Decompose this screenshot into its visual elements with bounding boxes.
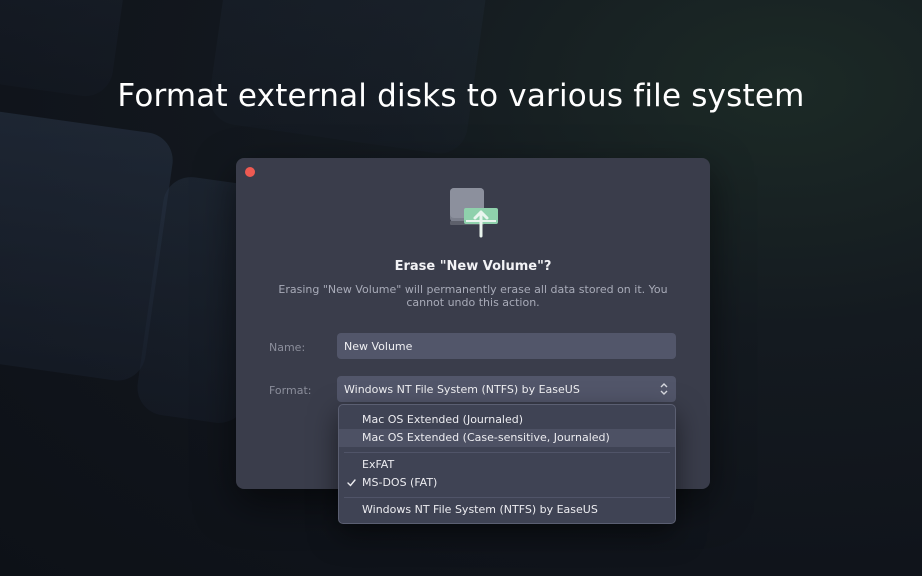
- updown-chevron-icon: [660, 383, 668, 395]
- checkmark-icon: [347, 479, 356, 487]
- name-label: Name:: [269, 341, 306, 354]
- volume-name-input[interactable]: [337, 333, 676, 359]
- format-select-value: Windows NT File System (NTFS) by EaseUS: [344, 382, 580, 396]
- dialog-description: Erasing "New Volume" will permanently er…: [278, 283, 668, 309]
- menu-item-mac-os-extended[interactable]: Mac OS Extended (Journaled): [339, 411, 675, 429]
- menu-separator: [344, 452, 670, 453]
- external-disk-icon: [450, 188, 498, 238]
- format-dropdown-menu: Mac OS Extended (Journaled) Mac OS Exten…: [338, 404, 676, 524]
- menu-item-exfat[interactable]: ExFAT: [339, 456, 675, 474]
- menu-item-ms-dos-fat[interactable]: MS-DOS (FAT): [339, 474, 675, 492]
- menu-item-mac-os-extended-case-sensitive[interactable]: Mac OS Extended (Case-sensitive, Journal…: [339, 429, 675, 447]
- close-icon[interactable]: [245, 167, 255, 177]
- promo-headline: Format external disks to various file sy…: [117, 78, 805, 114]
- format-select[interactable]: Windows NT File System (NTFS) by EaseUS: [337, 376, 676, 402]
- dialog-title: Erase "New Volume"?: [394, 259, 552, 274]
- menu-separator: [344, 497, 670, 498]
- menu-item-ntfs[interactable]: Windows NT File System (NTFS) by EaseUS: [339, 501, 675, 519]
- format-label: Format:: [269, 384, 312, 397]
